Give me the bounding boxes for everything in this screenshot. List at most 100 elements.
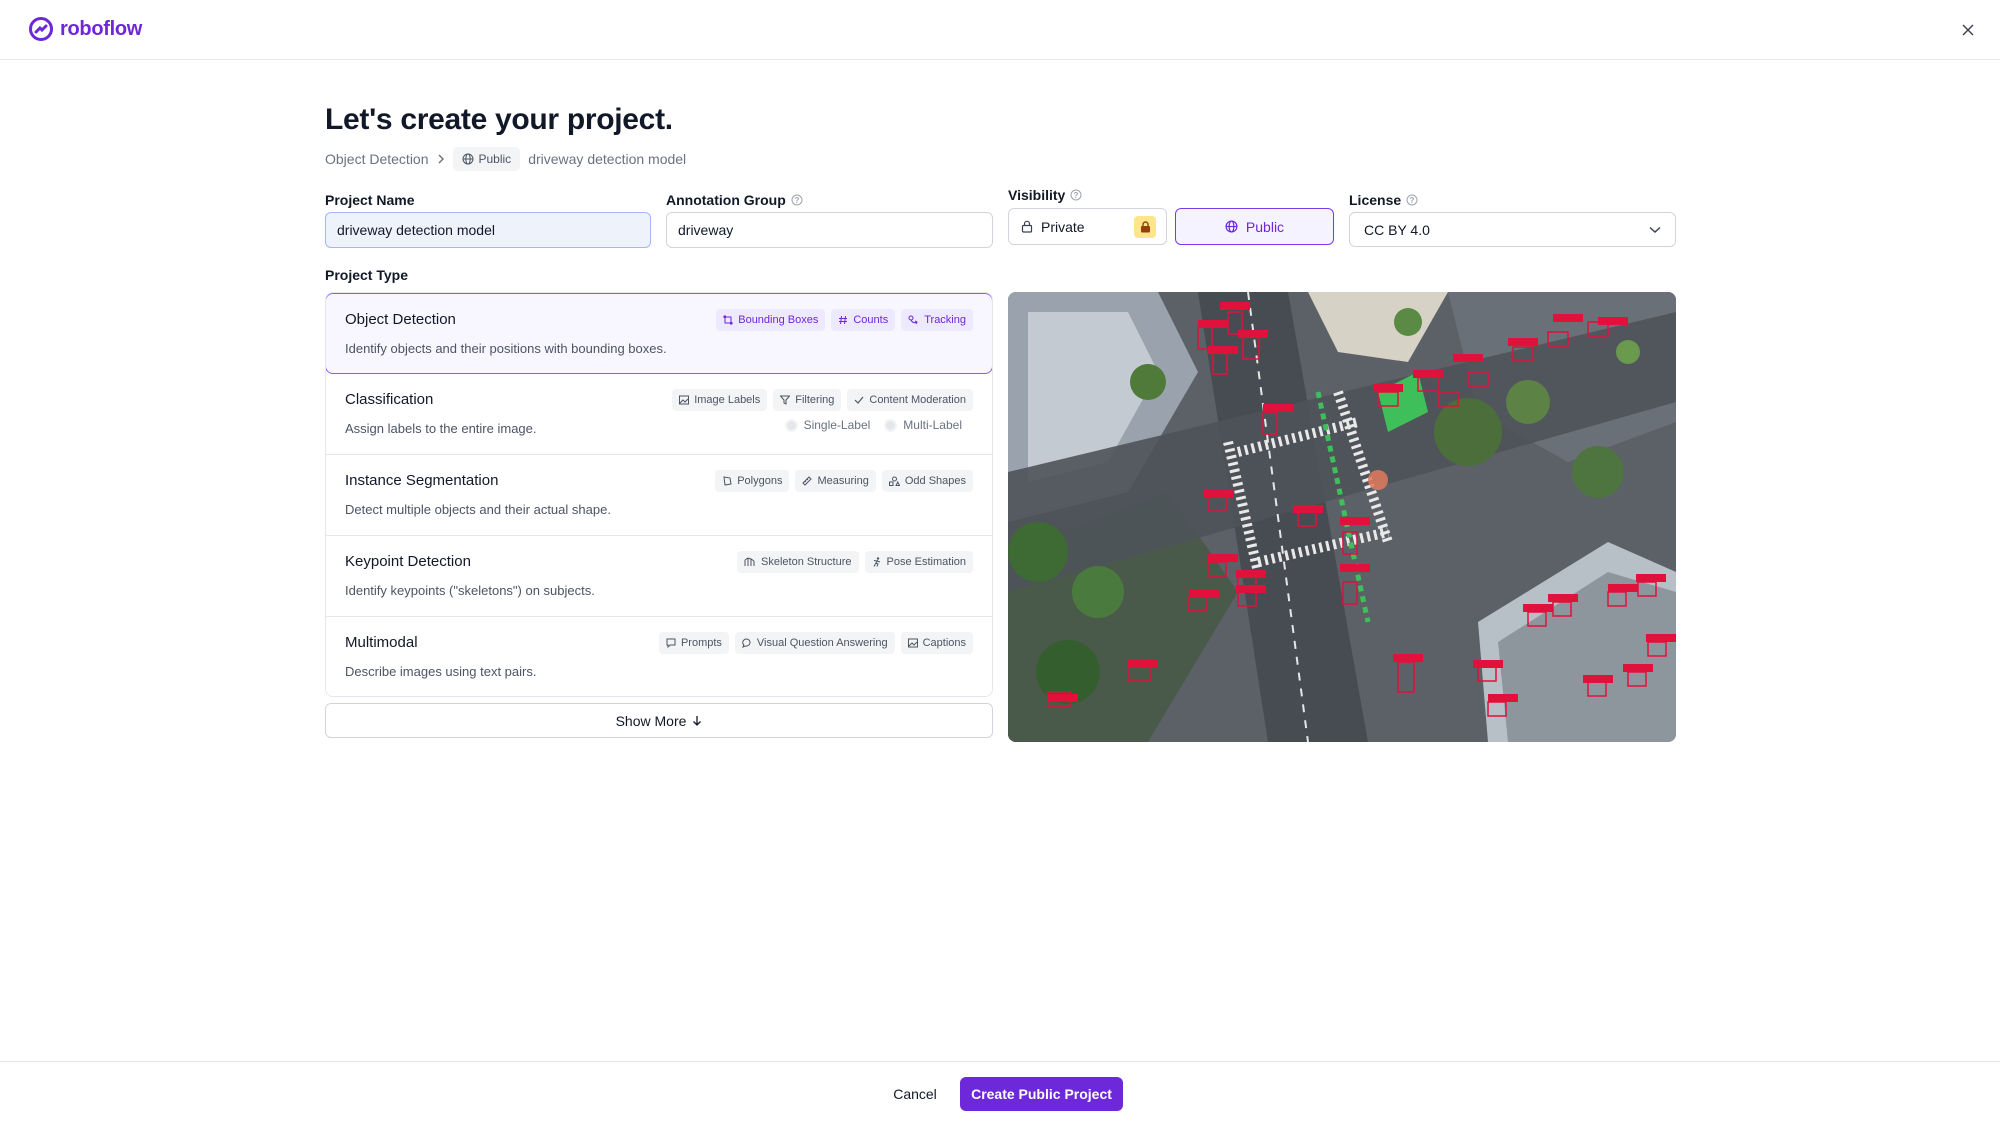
project-type-description: Assign labels to the entire image.: [345, 421, 537, 436]
page-title: Let's create your project.: [325, 103, 673, 136]
close-button[interactable]: [1958, 20, 1978, 40]
annotation-group-input[interactable]: [666, 212, 993, 248]
project-type-description: Detect multiple objects and their actual…: [345, 502, 611, 517]
tag-label: Pose Estimation: [886, 556, 966, 568]
tag-bounding-boxes: Bounding Boxes: [716, 309, 826, 331]
tag-label: Odd Shapes: [904, 475, 966, 487]
project-type-name: Keypoint Detection: [345, 553, 471, 570]
project-type-name: Multimodal: [345, 634, 418, 651]
breadcrumb-visibility-pill: Public: [452, 147, 521, 171]
person-pose-icon: [873, 557, 880, 567]
tag-measuring: Measuring: [795, 470, 876, 492]
chevron-right-icon: [437, 154, 445, 164]
license-select[interactable]: CC BY 4.0: [1349, 212, 1676, 247]
roboflow-logo[interactable]: roboflow: [29, 17, 142, 41]
project-type-name: Object Detection: [345, 311, 456, 328]
license-label-text: License: [1349, 192, 1402, 208]
tag-list: Bounding Boxes Counts Tracking: [716, 309, 973, 331]
tag-label: Tracking: [924, 314, 966, 326]
visibility-public-label: Public: [1245, 218, 1285, 235]
show-more-label: Show More: [615, 712, 687, 729]
filter-icon: [780, 395, 791, 405]
tag-list: Polygons Measuring Odd Shapes: [715, 470, 973, 492]
radio-label: Multi-Label: [903, 418, 962, 432]
project-type-name: Classification: [345, 391, 434, 408]
project-type-description: Identify keypoints ("skeletons") on subj…: [345, 583, 595, 598]
svg-text:?: ?: [794, 196, 799, 205]
tag-label: Visual Question Answering: [756, 637, 888, 649]
project-type-name: Instance Segmentation: [345, 472, 499, 489]
tag-label: Bounding Boxes: [738, 314, 819, 326]
lock-icon: [1021, 220, 1033, 233]
project-type-description: Describe images using text pairs.: [345, 664, 537, 679]
image-icon: [907, 638, 918, 648]
project-type-label: Project Type: [325, 267, 408, 283]
radio-dot: [884, 418, 898, 432]
create-project-button[interactable]: Create Public Project: [960, 1077, 1123, 1111]
visibility-private-label: Private: [1041, 218, 1085, 235]
license-label: License ?: [1349, 192, 1418, 208]
help-icon[interactable]: ?: [1406, 194, 1418, 206]
roboflow-logo-icon: [29, 17, 53, 41]
breadcrumb-type: Object Detection: [325, 151, 429, 167]
visibility-public-button[interactable]: Public: [1175, 208, 1334, 245]
radio-multi-label[interactable]: Multi-Label: [884, 418, 962, 432]
tag-tracking: Tracking: [901, 309, 973, 331]
breadcrumb: Object Detection Public driveway detecti…: [325, 147, 686, 171]
tag-list: Prompts Visual Question Answering Captio…: [658, 632, 973, 654]
aerial-intersection-image: [1008, 292, 1676, 742]
tag-label: Filtering: [795, 394, 835, 406]
tag-list: Image Labels Filtering Content Moderatio…: [672, 389, 973, 411]
visibility-private-button[interactable]: Private: [1008, 208, 1167, 245]
premium-lock-badge: [1134, 216, 1156, 238]
shapes-icon: [888, 476, 900, 486]
annotation-group-label: Annotation Group ?: [666, 192, 803, 208]
check-icon: [854, 396, 864, 404]
tag-list: Skeleton Structure Pose Estimation: [737, 551, 973, 573]
skeleton-icon: [744, 557, 755, 566]
cancel-button[interactable]: Cancel: [880, 1078, 950, 1110]
radio-single-label[interactable]: Single-Label: [784, 418, 871, 432]
message-square-icon: [666, 638, 676, 648]
chevron-down-icon: [1649, 226, 1661, 233]
svg-text:?: ?: [1410, 196, 1415, 205]
bounding-box-icon: [723, 315, 733, 325]
tracking-icon: [908, 315, 918, 325]
breadcrumb-project: driveway detection model: [528, 151, 687, 167]
help-icon[interactable]: ?: [791, 194, 803, 206]
license-value: CC BY 4.0: [1364, 221, 1430, 238]
project-type-description: Identify objects and their positions wit…: [345, 341, 667, 356]
help-icon[interactable]: ?: [1070, 189, 1082, 201]
globe-icon: [1225, 220, 1238, 233]
example-image: [1008, 292, 1676, 742]
arrow-down-icon: [693, 715, 702, 726]
tag-odd-shapes: Odd Shapes: [881, 470, 973, 492]
project-type-multimodal[interactable]: Multimodal Describe images using text pa…: [326, 617, 992, 696]
radio-label: Single-Label: [803, 418, 871, 432]
project-name-input[interactable]: [325, 212, 651, 248]
project-name-label-text: Project Name: [325, 192, 415, 208]
project-type-label-text: Project Type: [325, 267, 408, 283]
ruler-icon: [802, 476, 813, 486]
project-type-list: Object Detection Identify objects and th…: [325, 292, 993, 697]
tag-counts: Counts: [831, 309, 896, 331]
tag-filtering: Filtering: [773, 389, 842, 411]
tag-image-labels: Image Labels: [672, 389, 768, 411]
project-type-object-detection[interactable]: Object Detection Identify objects and th…: [326, 293, 992, 374]
project-type-keypoint-detection[interactable]: Keypoint Detection Identify keypoints ("…: [326, 536, 992, 617]
message-circle-icon: [741, 638, 751, 648]
project-type-instance-segmentation[interactable]: Instance Segmentation Detect multiple ob…: [326, 455, 992, 536]
close-icon: [1962, 24, 1974, 36]
image-icon: [679, 395, 690, 405]
hash-icon: [839, 315, 848, 325]
tag-label: Counts: [853, 314, 889, 326]
tag-pose-estimation: Pose Estimation: [864, 551, 973, 573]
visibility-label: Visibility ?: [1008, 187, 1082, 203]
tag-polygons: Polygons: [715, 470, 790, 492]
tag-label: Content Moderation: [869, 394, 966, 406]
show-more-button[interactable]: Show More: [325, 703, 993, 738]
project-type-classification[interactable]: Classification Assign labels to the enti…: [326, 374, 992, 455]
lock-icon: [1140, 221, 1150, 233]
polygon-icon: [723, 476, 732, 486]
classification-mode-radios: Single-Label Multi-Label: [784, 418, 962, 432]
